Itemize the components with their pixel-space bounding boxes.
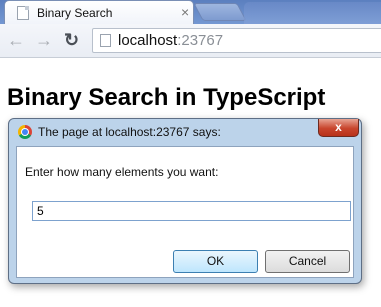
url-host: localhost	[118, 32, 178, 49]
forward-arrow-icon[interactable]: →	[35, 31, 53, 49]
element-count-input[interactable]	[32, 201, 351, 221]
chrome-icon	[18, 125, 32, 139]
prompt-dialog: The page at localhost:23767 says: x Ente…	[8, 118, 362, 284]
new-tab-button[interactable]	[193, 3, 247, 21]
tab-strip: Binary Search ×	[0, 0, 381, 24]
browser-window: Binary Search × ← → ↻ localhost:23767 Bi…	[0, 0, 381, 307]
dialog-title: The page at localhost:23767 says:	[38, 125, 221, 139]
page-icon	[100, 34, 111, 47]
tab-binary-search[interactable]: Binary Search ×	[4, 0, 194, 24]
cancel-button[interactable]: Cancel	[265, 250, 350, 273]
address-url[interactable]: localhost:23767	[118, 32, 223, 49]
dialog-close-button[interactable]: x	[318, 119, 359, 137]
dialog-message: Enter how many elements you want:	[25, 165, 219, 179]
page-icon	[17, 6, 29, 20]
reload-icon[interactable]: ↻	[64, 31, 79, 49]
back-arrow-icon[interactable]: ←	[7, 31, 25, 49]
url-port: :23767	[177, 32, 224, 49]
dialog-titlebar[interactable]: The page at localhost:23767 says: x	[9, 119, 361, 145]
ok-button[interactable]: OK	[173, 250, 258, 273]
background-tab[interactable]	[244, 2, 381, 24]
tab-title: Binary Search	[37, 6, 113, 20]
dialog-body: Enter how many elements you want: OK Can…	[16, 146, 354, 278]
browser-toolbar: ← → ↻ localhost:23767	[0, 24, 381, 58]
close-tab-icon[interactable]: ×	[181, 4, 189, 20]
page-heading: Binary Search in TypeScript	[7, 84, 326, 111]
address-bar[interactable]: localhost:23767	[92, 28, 381, 53]
